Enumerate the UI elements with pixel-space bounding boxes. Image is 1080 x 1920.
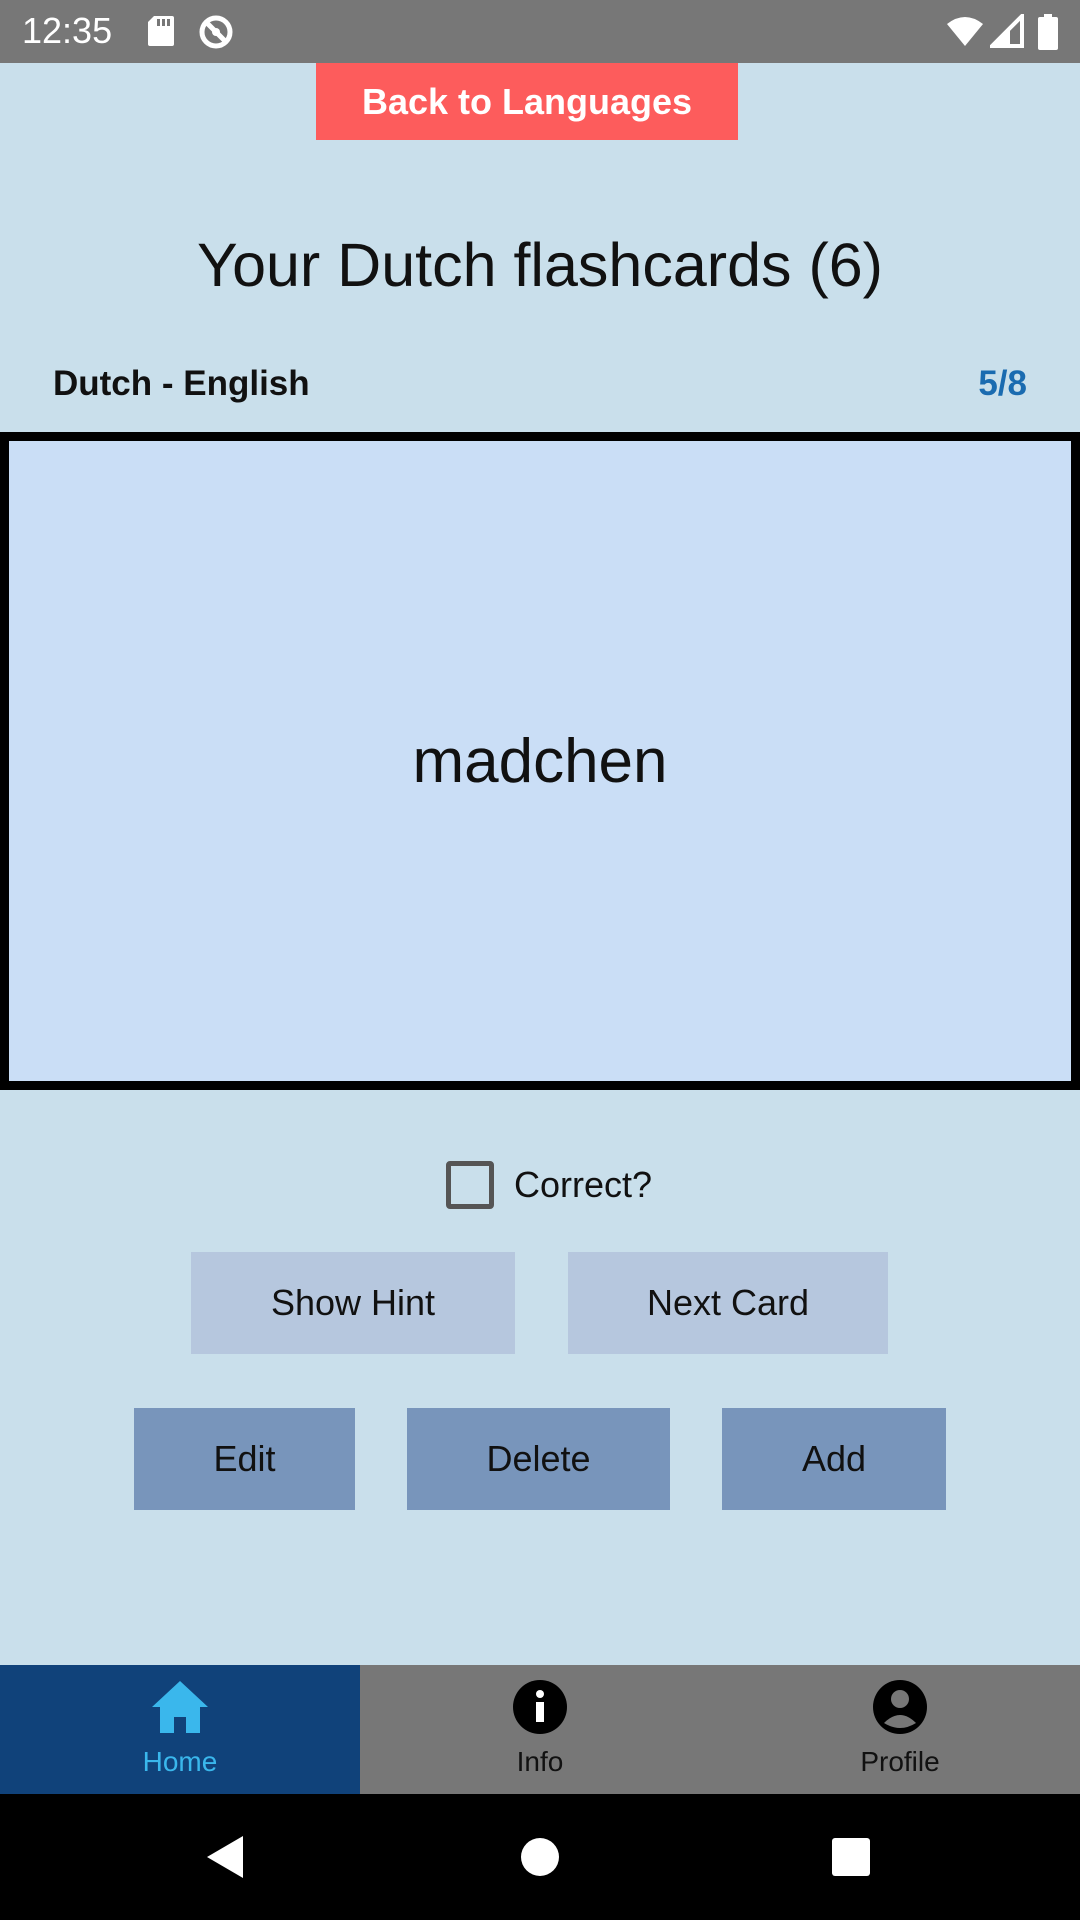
add-button[interactable]: Add <box>722 1408 946 1510</box>
correct-checkbox-row[interactable]: Correct? <box>446 1158 652 1212</box>
nav-label-home: Home <box>142 1746 218 1777</box>
card-progress: 5/8 <box>978 364 1027 403</box>
system-nav-bar <box>0 1794 1080 1920</box>
nav-label-info: Info <box>516 1746 564 1777</box>
back-triangle-icon[interactable] <box>205 1834 245 1885</box>
wifi-icon <box>945 14 985 53</box>
profile-icon <box>872 1679 928 1740</box>
edit-button[interactable]: Edit <box>134 1408 355 1510</box>
home-icon <box>150 1679 210 1740</box>
info-icon <box>512 1679 568 1740</box>
nav-item-profile[interactable]: Profile <box>720 1665 1080 1794</box>
correct-label: Correct? <box>514 1164 653 1205</box>
battery-icon <box>1038 14 1058 55</box>
language-pair-label: Dutch - English <box>53 364 310 403</box>
nav-item-info[interactable]: Info <box>360 1665 720 1794</box>
home-circle-icon[interactable] <box>520 1837 560 1882</box>
page-title: Your Dutch flashcards (6) <box>196 231 883 299</box>
sd-card-icon <box>146 14 176 53</box>
correct-checkbox[interactable] <box>446 1161 494 1209</box>
back-to-languages-button[interactable]: Back to Languages <box>316 63 738 140</box>
flashcard-word: madchen <box>412 726 668 796</box>
nav-label-profile: Profile <box>860 1746 940 1777</box>
delete-button[interactable]: Delete <box>407 1408 670 1510</box>
show-hint-button[interactable]: Show Hint <box>191 1252 515 1354</box>
next-card-button[interactable]: Next Card <box>568 1252 888 1354</box>
status-time: 12:35 <box>22 10 113 51</box>
bottom-nav: Home Info Profile <box>0 1665 1080 1794</box>
nav-item-home[interactable]: Home <box>0 1665 360 1794</box>
recents-square-icon[interactable] <box>831 1837 871 1882</box>
status-bar: 12:35 <box>0 0 1080 63</box>
signal-icon <box>987 11 1024 53</box>
sync-icon <box>198 14 234 55</box>
flashcard[interactable]: madchen <box>0 432 1080 1090</box>
